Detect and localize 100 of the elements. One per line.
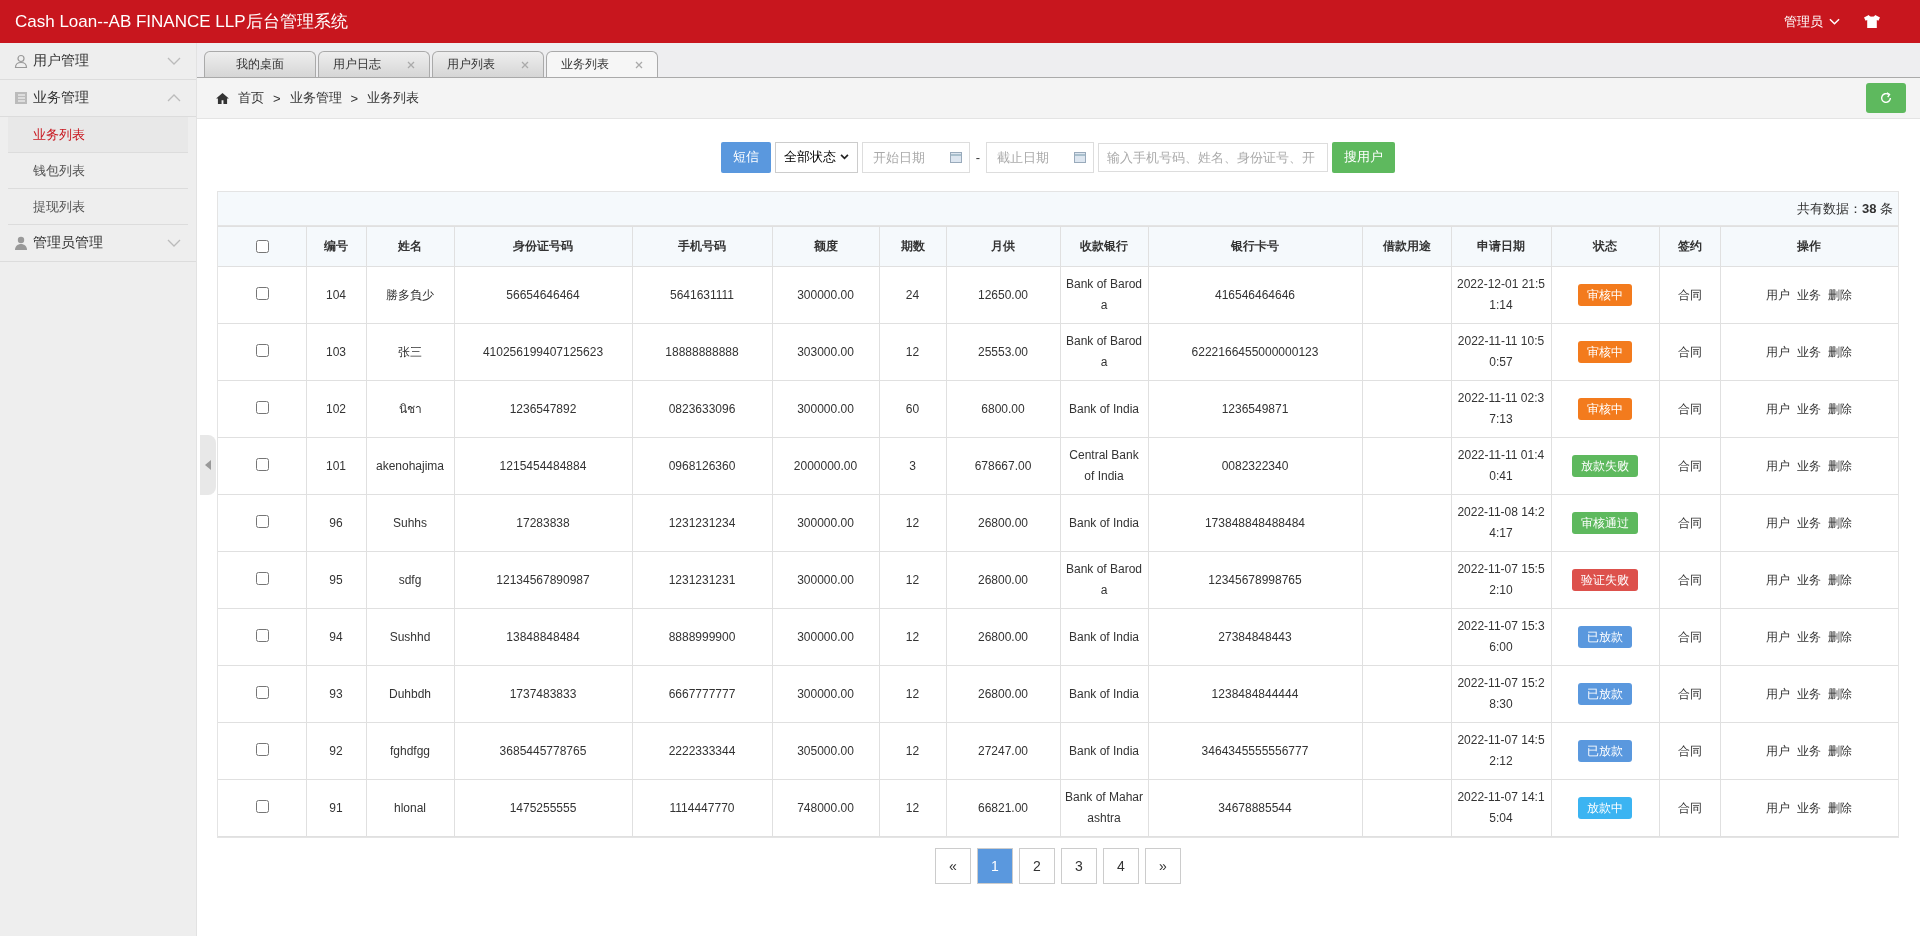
table-cell: 6800.00 — [946, 380, 1060, 438]
table-cell: 12 — [879, 665, 946, 723]
user-menu[interactable]: 管理员 — [1784, 12, 1840, 31]
select-all-checkbox[interactable] — [255, 240, 269, 253]
shirt-icon[interactable] — [1864, 15, 1880, 28]
action-link[interactable]: 业务 — [1797, 797, 1822, 819]
table-cell: 102 — [306, 380, 366, 438]
contract-link[interactable]: 合同 — [1677, 458, 1702, 473]
row-checkbox[interactable] — [255, 742, 269, 756]
action-link[interactable]: 用户 — [1766, 512, 1791, 534]
user-icon — [14, 236, 28, 250]
action-link[interactable]: 业务 — [1797, 740, 1822, 762]
table-cell: 1231231234 — [632, 494, 772, 552]
action-link[interactable]: 删除 — [1828, 398, 1853, 420]
table-cell: 6222166455000000123 — [1148, 323, 1362, 381]
previous-page-button[interactable]: « — [935, 848, 971, 884]
action-link[interactable]: 业务 — [1797, 284, 1822, 306]
action-link[interactable]: 用户 — [1766, 284, 1791, 306]
row-checkbox[interactable] — [255, 286, 269, 300]
contract-link[interactable]: 合同 — [1677, 344, 1702, 359]
end-date-field[interactable]: 截止日期 — [986, 141, 1095, 173]
page-button[interactable]: 3 — [1061, 848, 1097, 884]
contract-link[interactable]: 合同 — [1677, 686, 1702, 701]
action-link[interactable]: 业务 — [1797, 512, 1822, 534]
action-link[interactable]: 业务 — [1797, 626, 1822, 648]
contract-link[interactable]: 合同 — [1677, 800, 1702, 815]
breadcrumb-link[interactable]: 业务列表 — [367, 89, 420, 107]
contract-link[interactable]: 合同 — [1677, 401, 1702, 416]
action-link[interactable]: 用户 — [1766, 341, 1791, 363]
action-link[interactable]: 用户 — [1766, 626, 1791, 648]
breadcrumb-link[interactable]: 首页 — [238, 89, 264, 107]
action-link[interactable]: 用户 — [1766, 398, 1791, 420]
action-link[interactable]: 删除 — [1828, 284, 1853, 306]
column-header: 申请日期 — [1451, 226, 1551, 267]
action-link[interactable]: 删除 — [1828, 797, 1853, 819]
action-link[interactable]: 用户 — [1766, 455, 1791, 477]
app-title: Cash Loan--AB FINANCE LLP后台管理系统 — [15, 11, 348, 33]
row-checkbox[interactable] — [255, 685, 269, 699]
action-link[interactable]: 删除 — [1828, 341, 1853, 363]
table-cell: 26800.00 — [946, 665, 1060, 723]
page-button[interactable]: 4 — [1103, 848, 1139, 884]
row-checkbox[interactable] — [255, 457, 269, 471]
sidebar-item[interactable]: 钱包列表 — [8, 153, 188, 189]
row-checkbox[interactable] — [255, 514, 269, 528]
row-checkbox[interactable] — [255, 628, 269, 642]
contract-link[interactable]: 合同 — [1677, 572, 1702, 587]
action-link[interactable]: 删除 — [1828, 740, 1853, 762]
table-cell: hlonal — [366, 779, 454, 837]
sidebar-group[interactable]: 管理员管理 — [0, 225, 196, 262]
start-date-field[interactable]: 开始日期 — [861, 141, 970, 173]
table-cell: 303000.00 — [772, 323, 879, 381]
column-header: 银行卡号 — [1148, 226, 1362, 267]
action-link[interactable]: 业务 — [1797, 455, 1822, 477]
search-field[interactable]: 输入手机号码、姓名、身份证号、开 — [1098, 142, 1329, 172]
contract-link[interactable]: 合同 — [1677, 743, 1702, 758]
page-tab[interactable]: 用户列表 — [432, 51, 544, 77]
table-cell: 56654646464 — [454, 266, 632, 324]
action-link[interactable]: 业务 — [1797, 341, 1822, 363]
collapse-handle[interactable] — [200, 435, 216, 495]
row-checkbox[interactable] — [255, 400, 269, 414]
action-link[interactable]: 用户 — [1766, 740, 1791, 762]
sidebar-item[interactable]: 业务列表 — [8, 117, 188, 153]
table-cell: sdfg — [366, 551, 454, 609]
sidebar-group[interactable]: 用户管理 — [0, 43, 196, 80]
record-count: 共有数据：38 条 — [1796, 199, 1893, 218]
action-link[interactable]: 用户 — [1766, 569, 1791, 591]
table-cell: Bank of Baroda — [1060, 266, 1148, 324]
action-link[interactable]: 删除 — [1828, 512, 1853, 534]
status-select[interactable]: 全部状态 — [774, 141, 858, 173]
status-badge: 已放款 — [1578, 740, 1632, 762]
contract-link[interactable]: 合同 — [1677, 515, 1702, 530]
contract-link[interactable]: 合同 — [1677, 287, 1702, 302]
status-badge: 已放款 — [1578, 626, 1632, 648]
page-tab[interactable]: 用户日志 — [318, 51, 430, 77]
sidebar-item[interactable]: 提现列表 — [8, 189, 188, 225]
page-button[interactable]: 2 — [1019, 848, 1055, 884]
column-header: 状态 — [1551, 226, 1659, 267]
action-link[interactable]: 业务 — [1797, 683, 1822, 705]
table-cell: 2022-11-11 01:40:41 — [1451, 437, 1551, 495]
contract-link[interactable]: 合同 — [1677, 629, 1702, 644]
action-link[interactable]: 删除 — [1828, 683, 1853, 705]
row-checkbox[interactable] — [255, 799, 269, 813]
next-page-button[interactable]: » — [1145, 848, 1181, 884]
breadcrumb-link[interactable]: 业务管理 — [289, 89, 342, 107]
action-link[interactable]: 删除 — [1828, 455, 1853, 477]
table-cell: Bank of Baroda — [1060, 551, 1148, 609]
table-cell: 13848848484 — [454, 608, 632, 666]
row-checkbox[interactable] — [255, 343, 269, 357]
page-tab[interactable]: 我的桌面 — [204, 51, 316, 77]
page-tab[interactable]: 业务列表 — [546, 51, 658, 77]
row-checkbox[interactable] — [255, 571, 269, 585]
action-link[interactable]: 用户 — [1766, 683, 1791, 705]
action-link[interactable]: 业务 — [1797, 398, 1822, 420]
action-link[interactable]: 删除 — [1828, 626, 1853, 648]
action-link[interactable]: 业务 — [1797, 569, 1822, 591]
table-cell: Duhbdh — [366, 665, 454, 723]
table-cell: 3464345555556777 — [1148, 722, 1362, 780]
action-link[interactable]: 删除 — [1828, 569, 1853, 591]
status-badge: 审核通过 — [1572, 512, 1638, 534]
action-link[interactable]: 用户 — [1766, 797, 1791, 819]
